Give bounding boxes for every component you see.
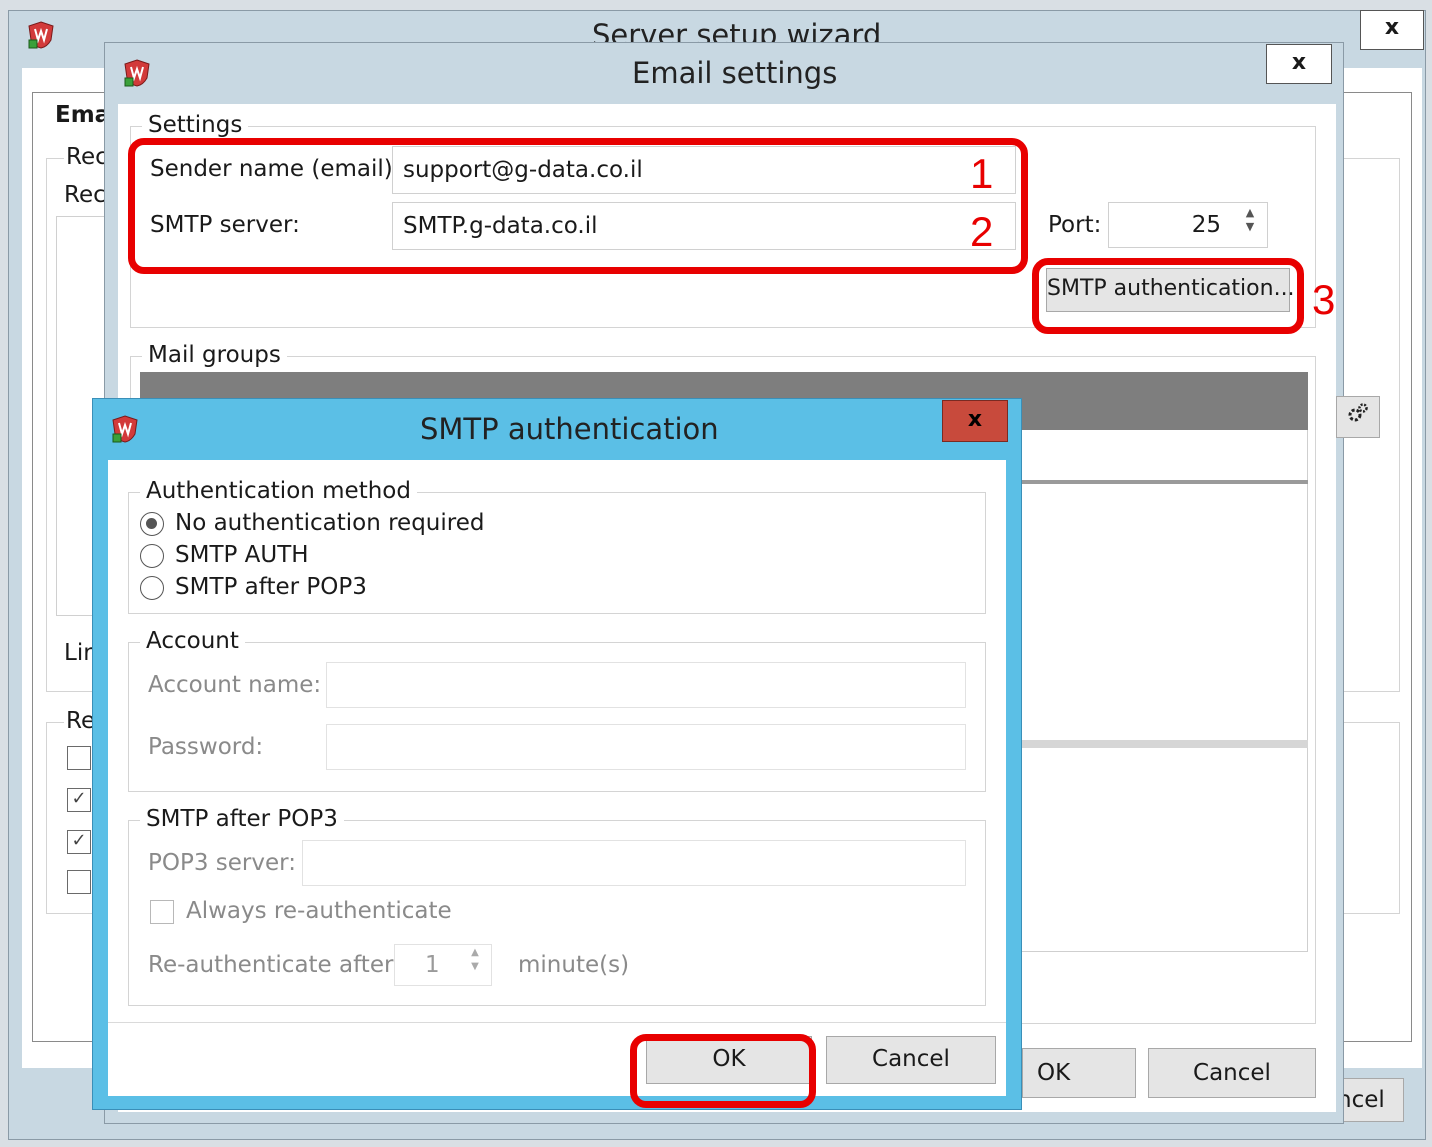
- radio-smtp-auth-label: SMTP AUTH: [175, 542, 309, 568]
- reauth-spin-arrows-icon[interactable]: ▲ ▼: [466, 946, 484, 982]
- radio-no-auth-label: No authentication required: [175, 510, 485, 536]
- account-name-label: Account name:: [148, 672, 322, 698]
- smtp-after-pop3-group-label: SMTP after POP3: [140, 806, 344, 832]
- app-shield-icon: [26, 20, 56, 50]
- wizard-rec-label-2: Rec: [64, 182, 106, 208]
- password-label: Password:: [148, 734, 264, 760]
- auth-method-group-label: Authentication method: [140, 478, 417, 504]
- highlight-ok-button: [630, 1034, 816, 1108]
- mail-groups-divider-2: [1020, 740, 1308, 748]
- password-input[interactable]: [326, 724, 966, 770]
- account-name-input[interactable]: [326, 662, 966, 708]
- smtp-auth-cancel-button[interactable]: Cancel: [826, 1036, 996, 1084]
- annotation-number-1: 1: [970, 150, 994, 197]
- mail-groups-list[interactable]: [1020, 430, 1308, 952]
- email-settings-ok-button[interactable]: OK: [1022, 1048, 1136, 1098]
- email-settings-cancel-button[interactable]: Cancel: [1148, 1048, 1316, 1098]
- port-spin-arrows-icon[interactable]: ▲ ▼: [1240, 206, 1260, 242]
- radio-smtp-after-pop3-label: SMTP after POP3: [175, 574, 367, 600]
- gears-icon: [1348, 403, 1368, 422]
- settings-group-label: Settings: [142, 112, 249, 138]
- radio-no-auth[interactable]: [140, 512, 164, 536]
- annotation-number-2: 2: [970, 208, 994, 255]
- smtp-auth-title: SMTP authentication: [420, 412, 719, 446]
- email-settings-close-button[interactable]: x: [1266, 44, 1332, 84]
- port-value: 25: [1191, 212, 1221, 238]
- reauth-minutes-value: 1: [425, 952, 440, 978]
- wizard-cancel-label: ncel: [1337, 1087, 1385, 1113]
- reauth-after-label: Re-authenticate after: [148, 952, 394, 978]
- wizard-email-tab-label: Ema: [55, 102, 111, 128]
- wizard-checkbox-3[interactable]: ✓: [67, 830, 91, 854]
- wizard-checkbox-4[interactable]: [67, 870, 91, 894]
- mail-groups-group-label: Mail groups: [142, 342, 287, 368]
- always-reauth-label: Always re-authenticate: [186, 898, 452, 924]
- port-label: Port:: [1048, 212, 1102, 238]
- wizard-rec-label-1: Rec: [64, 144, 110, 170]
- mail-groups-divider: [1020, 480, 1308, 484]
- email-settings-app-icon: [122, 58, 152, 88]
- annotation-number-3: 3: [1312, 276, 1336, 323]
- smtp-auth-close-button[interactable]: x: [942, 400, 1008, 442]
- email-settings-title: Email settings: [632, 56, 838, 90]
- radio-smtp-auth[interactable]: [140, 544, 164, 568]
- wizard-close-button[interactable]: x: [1360, 10, 1424, 50]
- highlight-sender-smtp-fields: [128, 138, 1028, 274]
- wizard-checkbox-1[interactable]: [67, 746, 91, 770]
- mail-groups-settings-button[interactable]: [1336, 396, 1380, 438]
- smtp-auth-app-icon: [110, 414, 140, 444]
- highlight-smtp-auth-button: [1032, 258, 1304, 334]
- radio-smtp-after-pop3[interactable]: [140, 576, 164, 600]
- account-group-label: Account: [140, 628, 245, 654]
- minutes-label: minute(s): [518, 952, 630, 978]
- always-reauth-checkbox[interactable]: [150, 900, 174, 924]
- pop3-server-label: POP3 server:: [148, 850, 296, 876]
- wizard-checkbox-2[interactable]: ✓: [67, 788, 91, 812]
- pop3-server-input[interactable]: [302, 840, 966, 886]
- wizard-lin-label: Lir: [64, 640, 93, 666]
